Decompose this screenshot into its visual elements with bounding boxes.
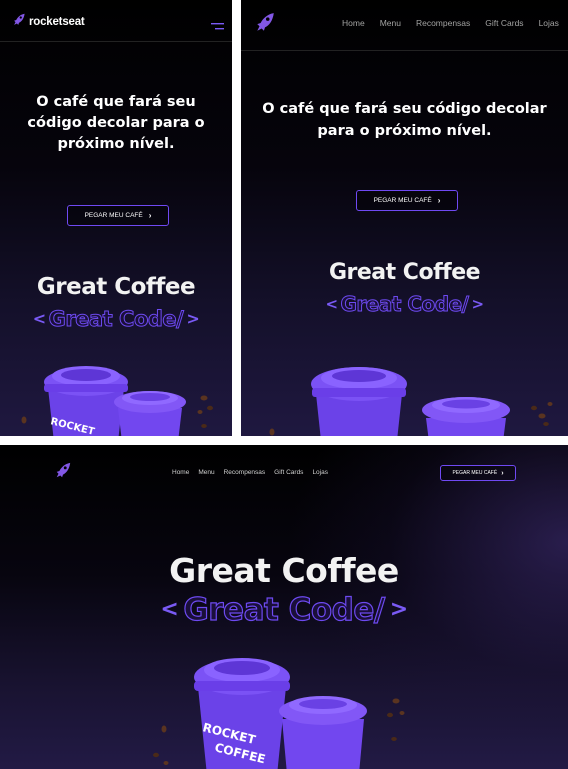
desktop-viewport: Home Menu Recompensas Gift Cards Lojas P…: [0, 445, 568, 769]
nav-item-gift-cards[interactable]: Gift Cards: [274, 469, 303, 476]
subtitle-open-bracket: <: [32, 309, 46, 328]
hero-headline: O café que fará seu código decolar para …: [27, 94, 205, 152]
nav-item-recompensas[interactable]: Recompensas: [416, 18, 470, 28]
nav-item-recompensas[interactable]: Recompensas: [224, 469, 266, 476]
hero-subtitle: < Great Code/ >: [241, 290, 568, 317]
hero-headline: O café que fará seu código decolar para …: [262, 101, 547, 139]
main-nav: Home Menu Recompensas Gift Cards Lojas: [342, 18, 559, 28]
nav-item-lojas[interactable]: Lojas: [312, 469, 328, 476]
hero-subtitle: < Great Code/ >: [0, 305, 232, 331]
subtitle-text: Great Code/: [340, 292, 469, 317]
coffee-cups-image: ROCKET: [21, 366, 213, 436]
header-divider: [0, 41, 232, 42]
cta-label: PEGAR MEU CAFÉ: [373, 197, 432, 204]
hero-title: Great Coffee: [328, 260, 481, 285]
hero-subtitle: < Great Code/ >: [0, 588, 568, 628]
cta-label: PEGAR MEU CAFÉ: [84, 212, 143, 219]
header-divider: [241, 50, 568, 51]
logo[interactable]: [254, 12, 276, 38]
chevron-right-icon: ›: [437, 196, 441, 205]
subtitle-close-bracket: >: [389, 597, 408, 622]
logo-text: rocketseat: [29, 15, 85, 28]
chevron-right-icon: ›: [501, 469, 504, 477]
cta-button[interactable]: PEGAR MEU CAFÉ ›: [356, 190, 458, 211]
main-nav: Home Menu Recompensas Gift Cards Lojas: [172, 469, 328, 476]
responsive-preview-canvas: rocketseat O café que fará seu código de…: [0, 0, 568, 769]
subtitle-open-bracket: <: [160, 597, 179, 622]
nav-item-gift-cards[interactable]: Gift Cards: [485, 18, 523, 28]
chevron-right-icon: ›: [148, 211, 152, 220]
nav-item-lojas[interactable]: Lojas: [539, 18, 559, 28]
coffee-cups-image: ROCKET COFFEE: [153, 658, 405, 769]
hero-title: Great Coffee: [169, 551, 399, 590]
tablet-viewport: Home Menu Recompensas Gift Cards Lojas O…: [241, 0, 568, 436]
rocket-icon: [12, 12, 26, 31]
subtitle-text: Great Code/: [48, 306, 184, 331]
nav-item-home[interactable]: Home: [172, 469, 189, 476]
coffee-cups-image: [269, 367, 553, 436]
subtitle-close-bracket: >: [186, 309, 200, 328]
logo[interactable]: rocketseat: [12, 12, 85, 31]
logo[interactable]: [54, 461, 72, 485]
nav-item-menu[interactable]: Menu: [198, 469, 214, 476]
subtitle-text: Great Code/: [183, 591, 386, 628]
rocket-icon: [54, 461, 72, 485]
rocket-icon: [254, 12, 276, 38]
cta-button[interactable]: PEGAR MEU CAFÉ ›: [440, 465, 516, 481]
cta-label: PEGAR MEU CAFÉ: [452, 470, 498, 476]
nav-item-home[interactable]: Home: [342, 18, 365, 28]
subtitle-close-bracket: >: [471, 295, 484, 313]
hero-title: Great Coffee: [36, 274, 196, 300]
cta-button[interactable]: PEGAR MEU CAFÉ ›: [67, 205, 169, 226]
mobile-viewport: rocketseat O café que fará seu código de…: [0, 0, 232, 436]
nav-item-menu[interactable]: Menu: [380, 18, 401, 28]
hamburger-menu-icon[interactable]: [211, 16, 224, 35]
subtitle-open-bracket: <: [325, 295, 338, 313]
